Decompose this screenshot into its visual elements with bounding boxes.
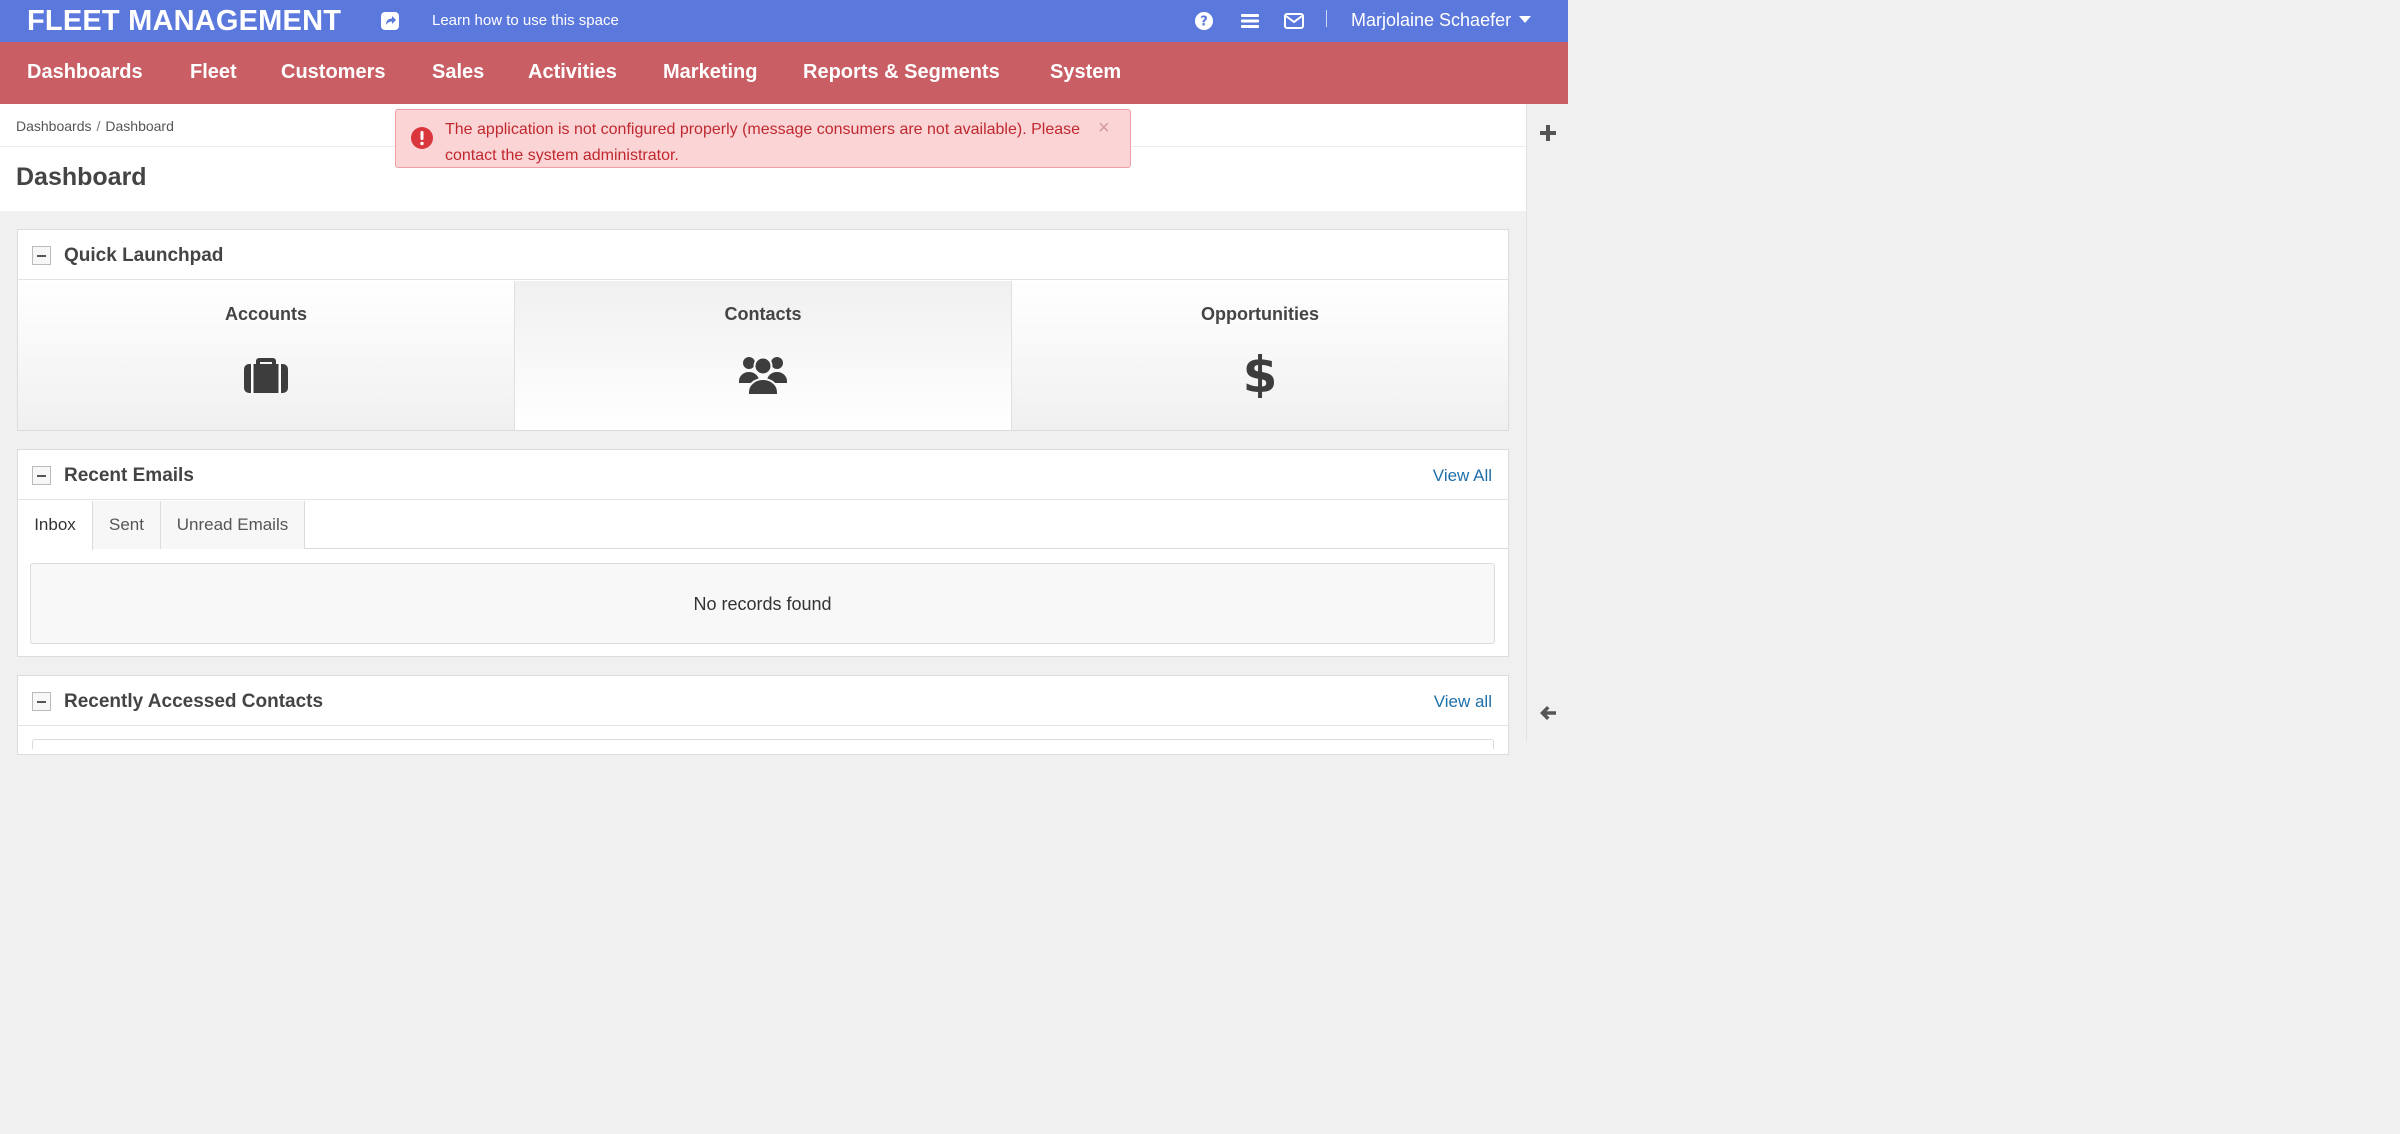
briefcase-icon <box>244 358 288 393</box>
collapse-button[interactable] <box>32 466 51 485</box>
breadcrumb: Dashboards / Dashboard <box>16 118 174 134</box>
nav-item-reports-segments[interactable]: Reports & Segments <box>803 61 1000 84</box>
alert-message: The application is not configured proper… <box>445 121 1081 164</box>
close-icon[interactable]: × <box>1098 117 1110 140</box>
user-menu[interactable]: Marjolaine Schaefer <box>1351 10 1532 31</box>
exclamation-circle-icon <box>411 127 433 149</box>
svg-text:$: $ <box>1243 348 1278 398</box>
breadcrumb-item-dashboard: Dashboard <box>105 118 174 134</box>
view-all-link[interactable]: View all <box>1434 692 1492 712</box>
nav-item-marketing[interactable]: Marketing <box>663 61 757 84</box>
app-brand[interactable]: FLEET MANAGEMENT <box>27 4 341 38</box>
tab-unread-emails[interactable]: Unread Emails <box>161 501 305 549</box>
topbar-divider <box>1326 10 1327 27</box>
quick-launchpad-widget: Quick Launchpad Accounts Contacts Opport… <box>17 229 1509 431</box>
launchpad-tile-contacts[interactable]: Contacts <box>515 281 1012 430</box>
widget-title: Recently Accessed Contacts <box>64 691 324 712</box>
page-title: Dashboard <box>16 163 147 191</box>
tab-sent[interactable]: Sent <box>93 501 161 549</box>
share-icon[interactable] <box>380 11 400 31</box>
email-tabs: Inbox Sent Unread Emails <box>18 501 1508 550</box>
nav-item-system[interactable]: System <box>1050 61 1121 84</box>
users-icon <box>739 356 787 396</box>
tile-label: Accounts <box>224 304 307 324</box>
view-all-link[interactable]: View All <box>1433 466 1492 486</box>
caret-down-icon <box>1519 16 1532 23</box>
widget-header: Recent Emails View All <box>18 450 1508 500</box>
collapse-button[interactable] <box>32 246 51 265</box>
launchpad-grid: Accounts Contacts Opportunities $ <box>18 281 1508 430</box>
launchpad-tile-accounts[interactable]: Accounts <box>18 281 515 430</box>
launchpad-tile-opportunities[interactable]: Opportunities $ <box>1012 281 1508 430</box>
widget-header: Quick Launchpad <box>18 230 1508 280</box>
learn-how-link[interactable]: Learn how to use this space <box>432 12 619 29</box>
nav-item-activities[interactable]: Activities <box>528 61 617 84</box>
breadcrumb-separator: / <box>96 118 101 134</box>
menu-icon[interactable] <box>1239 10 1261 32</box>
nav-item-sales[interactable]: Sales <box>432 61 484 84</box>
svg-text:?: ? <box>1200 15 1208 30</box>
widget-header: Recently Accessed Contacts View all <box>18 676 1508 726</box>
recent-emails-widget: Recent Emails View All Inbox Sent Unread… <box>17 449 1509 657</box>
nav-item-customers[interactable]: Customers <box>281 61 385 84</box>
breadcrumb-item-dashboards[interactable]: Dashboards <box>16 118 92 134</box>
top-bar: FLEET MANAGEMENT Learn how to use this s… <box>0 0 1568 42</box>
widget-title: Quick Launchpad <box>64 245 224 266</box>
dollar-icon: $ <box>1243 348 1278 398</box>
collapse-button[interactable] <box>32 692 51 711</box>
user-name: Marjolaine Schaefer <box>1351 10 1512 30</box>
empty-message: No records found <box>693 594 832 614</box>
nav-item-fleet[interactable]: Fleet <box>190 61 237 84</box>
plus-icon[interactable] <box>1537 122 1559 144</box>
widget-title: Recent Emails <box>64 465 194 486</box>
empty-state: No records found <box>30 563 1495 644</box>
nav-item-dashboards[interactable]: Dashboards <box>27 61 143 84</box>
error-alert: The application is not configured proper… <box>395 109 1131 168</box>
sidebar-right <box>1526 104 1568 741</box>
main-navigation: Dashboards Fleet Customers Sales Activit… <box>0 42 1568 104</box>
mail-icon[interactable] <box>1283 10 1305 32</box>
tile-label: Opportunities <box>1201 304 1319 324</box>
tab-inbox[interactable]: Inbox <box>18 501 93 550</box>
contacts-grid <box>32 739 1494 749</box>
recent-contacts-widget: Recently Accessed Contacts View all <box>17 675 1509 755</box>
help-icon[interactable]: ? <box>1193 10 1215 32</box>
tile-label: Contacts <box>724 304 802 324</box>
arrow-left-icon[interactable] <box>1537 702 1559 724</box>
